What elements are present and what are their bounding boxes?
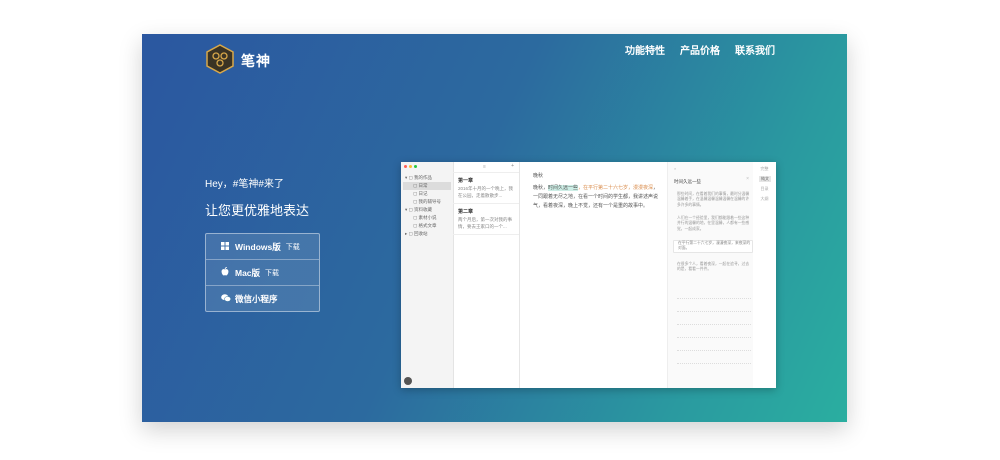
rail-item[interactable]: 大纲 bbox=[753, 196, 776, 202]
windows-icon bbox=[221, 241, 231, 252]
suggestion-block[interactable]: 那些时间，在看着我们的事情，最时分温馨温馨着手，在温馨温馨温馨温馨在温馨的许多许… bbox=[673, 192, 751, 208]
minimize-dot-icon[interactable] bbox=[409, 165, 412, 168]
panel-title: 时间久远一些 bbox=[674, 179, 701, 184]
suggestion-panel: ⌕ × 时间久远一些 那些时间，在看着我们的事情，最时分温馨温馨着手，在温馨温馨… bbox=[667, 162, 755, 388]
close-icon[interactable]: × bbox=[746, 176, 749, 182]
tree-item-tutor[interactable]: ▢ 我的辅导号 bbox=[403, 198, 451, 206]
nav-features[interactable]: 功能特性 bbox=[625, 42, 665, 57]
tree-item-trash[interactable]: ▸ ▢ 回收站 bbox=[403, 230, 451, 238]
avatar[interactable] bbox=[404, 377, 412, 385]
windows-download-label: Windows版 bbox=[235, 241, 281, 252]
brand-name[interactable]: 笔神 bbox=[241, 51, 271, 71]
list-item[interactable]: 第一章 2016年十月的一个晚上，我在公园，走着散散步... bbox=[453, 173, 519, 204]
note-list-toolbar: ≡ + bbox=[453, 162, 519, 173]
suggestion-block[interactable]: 人们在一个经验里，我们都能跟着一些这种并行的温馨的地，在里温馨，人都有一些感觉，… bbox=[673, 216, 751, 232]
note-title: 第一章 bbox=[458, 178, 474, 184]
note-title: 第二章 bbox=[458, 209, 474, 215]
wechat-icon bbox=[221, 293, 231, 304]
close-dot-icon[interactable] bbox=[404, 165, 407, 168]
tree-item-diary[interactable]: ▢ 日记 bbox=[403, 190, 451, 198]
suggestion-list-more bbox=[673, 290, 751, 378]
mac-download-button[interactable]: Mac版 下载 bbox=[206, 260, 319, 286]
mac-download-sub: 下载 bbox=[265, 269, 280, 277]
windows-download-button[interactable]: Windows版 下载 bbox=[206, 234, 319, 260]
editor-pane[interactable]: 晚秋 晚秋，时间久远一些，在平行第二十六七岁，漫漫夜深，一同跟着无尽之地，在看一… bbox=[519, 162, 667, 388]
rail-item-active[interactable]: 纯文 bbox=[759, 176, 771, 182]
nav-contact[interactable]: 联系我们 bbox=[735, 42, 775, 57]
add-note-icon[interactable]: + bbox=[511, 163, 514, 169]
top-nav: 功能特性 产品价格 联系我们 bbox=[625, 42, 775, 57]
editor-highlight: 时间久远一些 bbox=[548, 185, 579, 191]
app-preview-window: ▾ ▢ 我的作品 ▢ 日常 ▢ 日记 ▢ 我的辅导号 ▾ ▢ 资料收藏 ▢ 素材… bbox=[401, 162, 776, 388]
editor-title: 晚秋 bbox=[533, 173, 544, 179]
note-snippet: 两个月后，第一次对我的事情，要去王家口的一个... bbox=[458, 217, 512, 229]
editor-colored-text: ，在平行第二十六七岁，漫漫夜深 bbox=[578, 185, 654, 191]
note-snippet: 2016年十月的一个晚上，我在公园，走着散散步... bbox=[458, 186, 514, 198]
tree-item-novel[interactable]: ▢ 素材小说 bbox=[403, 214, 451, 222]
app-sidebar: ▾ ▢ 我的作品 ▢ 日常 ▢ 日记 ▢ 我的辅导号 ▾ ▢ 资料收藏 ▢ 素材… bbox=[401, 162, 454, 388]
tree-item-works[interactable]: ▾ ▢ 我的作品 bbox=[403, 174, 451, 182]
folder-tree: ▾ ▢ 我的作品 ▢ 日常 ▢ 日记 ▢ 我的辅导号 ▾ ▢ 资料收藏 ▢ 素材… bbox=[403, 174, 451, 238]
rail-item[interactable]: 目录 bbox=[753, 186, 776, 192]
search-icon[interactable]: ⌕ bbox=[674, 166, 676, 171]
maximize-dot-icon[interactable] bbox=[414, 165, 417, 168]
download-panel: Windows版 下载 Mac版 下载 微信小程序 bbox=[205, 233, 320, 312]
logo-icon[interactable] bbox=[205, 44, 235, 74]
hero-greeting: Hey，#笔神#来了 bbox=[205, 179, 284, 190]
windows-download-sub: 下载 bbox=[285, 243, 300, 251]
tree-item-collection[interactable]: ▾ ▢ 资料收藏 bbox=[403, 206, 451, 214]
editor-body[interactable]: 晚秋，时间久远一些，在平行第二十六七岁，漫漫夜深，一同跟着无尽之地，在看一个时间… bbox=[533, 184, 661, 211]
tree-item-format[interactable]: ▢ 格式文章 bbox=[403, 222, 451, 230]
suggestion-block-active[interactable]: 在平行第二十六七岁，漫漫夜深，来夜深的对面。 bbox=[673, 240, 753, 253]
list-item[interactable]: 第二章 两个月后，第一次对我的事情，要去王家口的一个... bbox=[453, 204, 519, 235]
hero-slogan: 让您更优雅地表达 bbox=[205, 203, 310, 218]
window-controls bbox=[404, 165, 417, 168]
hero-banner: 笔神 功能特性 产品价格 联系我们 Hey，#笔神#来了 让您更优雅地表达 Wi… bbox=[142, 34, 847, 422]
note-list: ≡ + 第一章 2016年十月的一个晚上，我在公园，走着散散步... 第二章 两… bbox=[453, 162, 520, 388]
mac-download-label: Mac版 bbox=[235, 267, 261, 278]
wechat-miniprogram-button[interactable]: 微信小程序 bbox=[206, 286, 319, 311]
tree-item-daily[interactable]: ▢ 日常 bbox=[403, 182, 451, 190]
apple-icon bbox=[221, 266, 231, 278]
suggestion-block[interactable]: 在很多个人，看着夜深，一起在追寻，过去的是，看看一件件。 bbox=[673, 262, 751, 273]
sort-icon[interactable]: ≡ bbox=[483, 164, 486, 170]
nav-pricing[interactable]: 产品价格 bbox=[680, 42, 720, 57]
wechat-miniprogram-label: 微信小程序 bbox=[235, 293, 278, 304]
right-rail: 完整 纯文 目录 大纲 bbox=[753, 162, 776, 388]
rail-item[interactable]: 完整 bbox=[753, 166, 776, 172]
